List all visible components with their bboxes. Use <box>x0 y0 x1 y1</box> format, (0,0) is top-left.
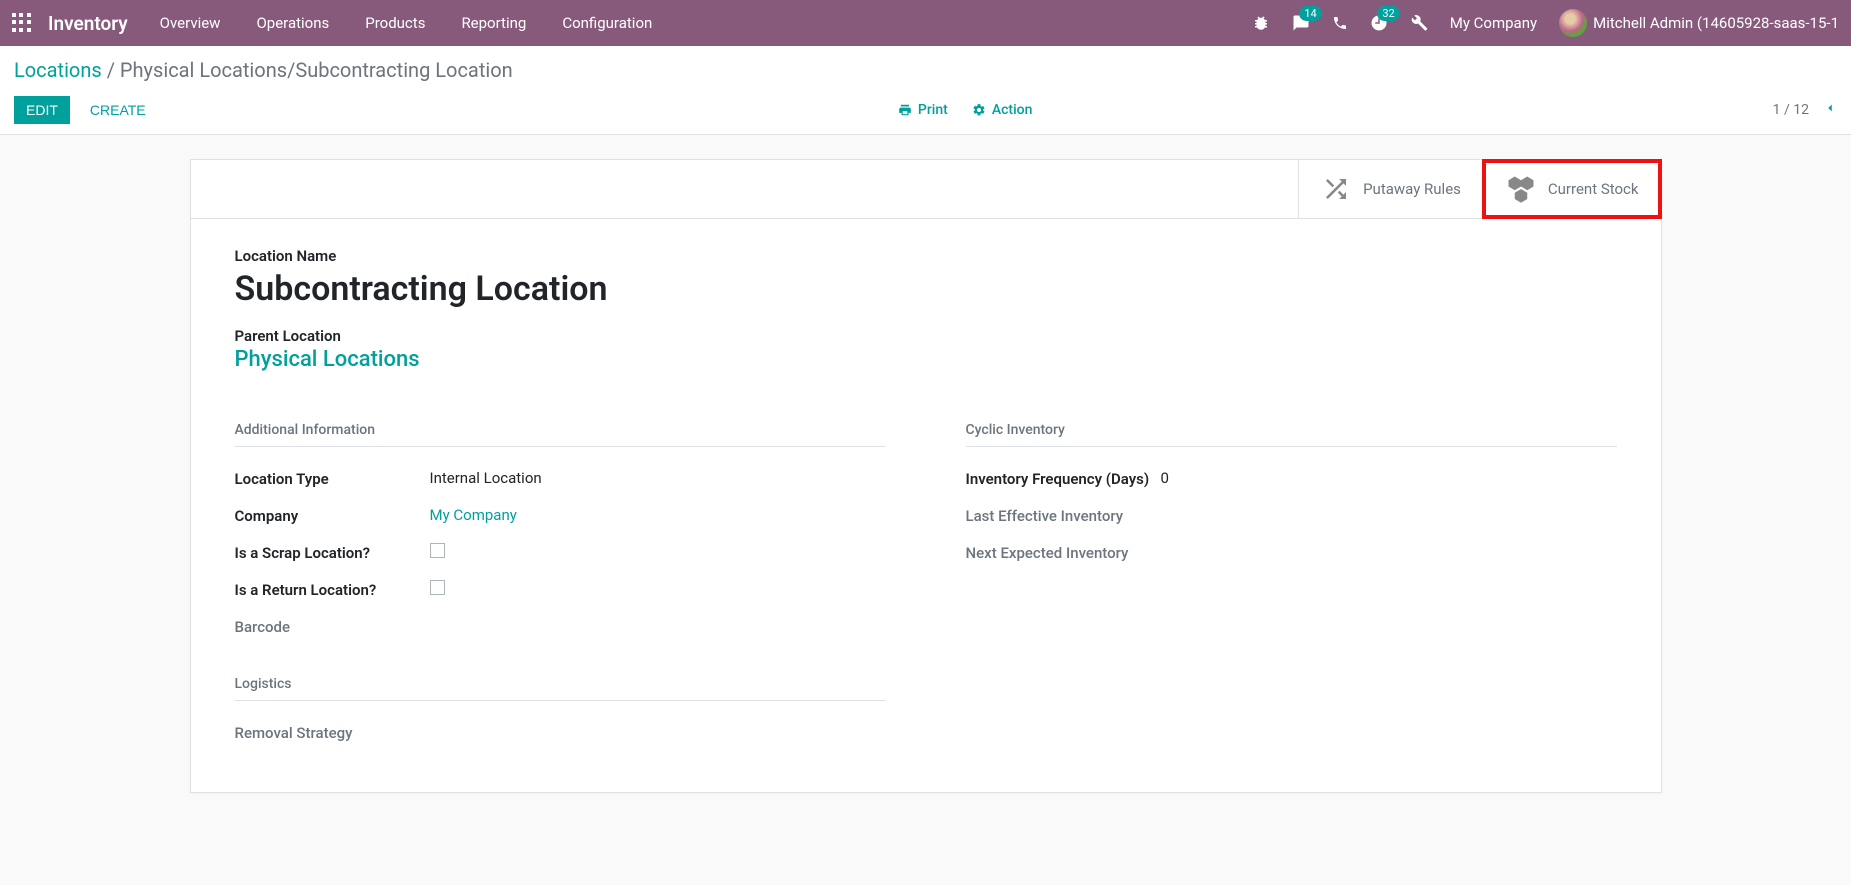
is-scrap-label: Is a Scrap Location? <box>235 543 430 564</box>
parent-location-link[interactable]: Physical Locations <box>235 347 1617 372</box>
print-icon <box>898 103 912 117</box>
barcode-label: Barcode <box>235 617 430 638</box>
username[interactable]: Mitchell Admin (14605928-saas-15-1 <box>1593 14 1839 32</box>
nav-menu: Overview Operations Products Reporting C… <box>160 14 1252 32</box>
breadcrumb: Locations / Physical Locations/Subcontra… <box>14 58 1837 82</box>
company-selector[interactable]: My Company <box>1450 14 1537 32</box>
shuffle-icon <box>1321 174 1351 204</box>
pager-count[interactable]: 1 / 12 <box>1773 102 1809 118</box>
parent-location-label: Parent Location <box>235 327 1617 345</box>
form-sheet: Putaway Rules Current Stock Location Nam… <box>190 159 1662 793</box>
left-column: Additional Information Location Type Int… <box>235 422 886 752</box>
edit-button[interactable]: EDIT <box>14 96 70 124</box>
putaway-rules-button[interactable]: Putaway Rules <box>1298 160 1483 218</box>
avatar[interactable] <box>1559 9 1587 37</box>
nav-configuration[interactable]: Configuration <box>562 14 652 32</box>
app-brand[interactable]: Inventory <box>48 12 128 35</box>
location-type-label: Location Type <box>235 469 430 490</box>
cyclic-title: Cyclic Inventory <box>966 422 1617 447</box>
action-button[interactable]: Action <box>972 102 1033 118</box>
tools-icon[interactable] <box>1410 14 1428 32</box>
nav-reporting[interactable]: Reporting <box>461 14 526 32</box>
nav-overview[interactable]: Overview <box>160 14 221 32</box>
pager-prev-icon[interactable] <box>1823 98 1837 122</box>
apps-icon[interactable] <box>12 13 32 33</box>
breadcrumb-current: Physical Locations/Subcontracting Locati… <box>120 58 513 82</box>
is-return-checkbox[interactable] <box>430 580 445 595</box>
is-return-label: Is a Return Location? <box>235 580 430 601</box>
inv-freq-value: 0 <box>1161 469 1169 487</box>
bug-icon[interactable] <box>1252 14 1270 32</box>
nav-products[interactable]: Products <box>365 14 425 32</box>
nav-right: 14 32 My Company Mitchell Admin (1460592… <box>1252 9 1839 37</box>
inv-freq-label: Inventory Frequency (Days) <box>966 469 1161 490</box>
next-exp-label: Next Expected Inventory <box>966 543 1161 564</box>
right-column: Cyclic Inventory Inventory Frequency (Da… <box>966 422 1617 752</box>
messages-icon[interactable]: 14 <box>1292 14 1310 32</box>
messages-badge: 14 <box>1299 6 1321 21</box>
is-scrap-checkbox[interactable] <box>430 543 445 558</box>
company-label: Company <box>235 506 430 527</box>
additional-info-title: Additional Information <box>235 422 886 447</box>
location-name: Subcontracting Location <box>235 269 1617 309</box>
location-name-label: Location Name <box>235 247 1617 265</box>
stat-buttons: Putaway Rules Current Stock <box>191 160 1661 219</box>
removal-strategy-label: Removal Strategy <box>235 723 430 744</box>
last-eff-label: Last Effective Inventory <box>966 506 1161 527</box>
nav-operations[interactable]: Operations <box>256 14 329 32</box>
print-button[interactable]: Print <box>898 102 948 118</box>
breadcrumb-root[interactable]: Locations <box>14 58 102 82</box>
current-stock-button[interactable]: Current Stock <box>1483 160 1661 218</box>
activities-icon[interactable]: 32 <box>1370 14 1388 32</box>
create-button[interactable]: CREATE <box>78 96 158 124</box>
boxes-icon <box>1506 174 1536 204</box>
company-value[interactable]: My Company <box>430 506 517 524</box>
activities-badge: 32 <box>1377 6 1399 21</box>
location-type-value: Internal Location <box>430 469 542 487</box>
phone-icon[interactable] <box>1332 15 1348 31</box>
gear-icon <box>972 103 986 117</box>
logistics-title: Logistics <box>235 676 886 701</box>
control-panel: Locations / Physical Locations/Subcontra… <box>0 46 1851 135</box>
navbar: Inventory Overview Operations Products R… <box>0 0 1851 46</box>
